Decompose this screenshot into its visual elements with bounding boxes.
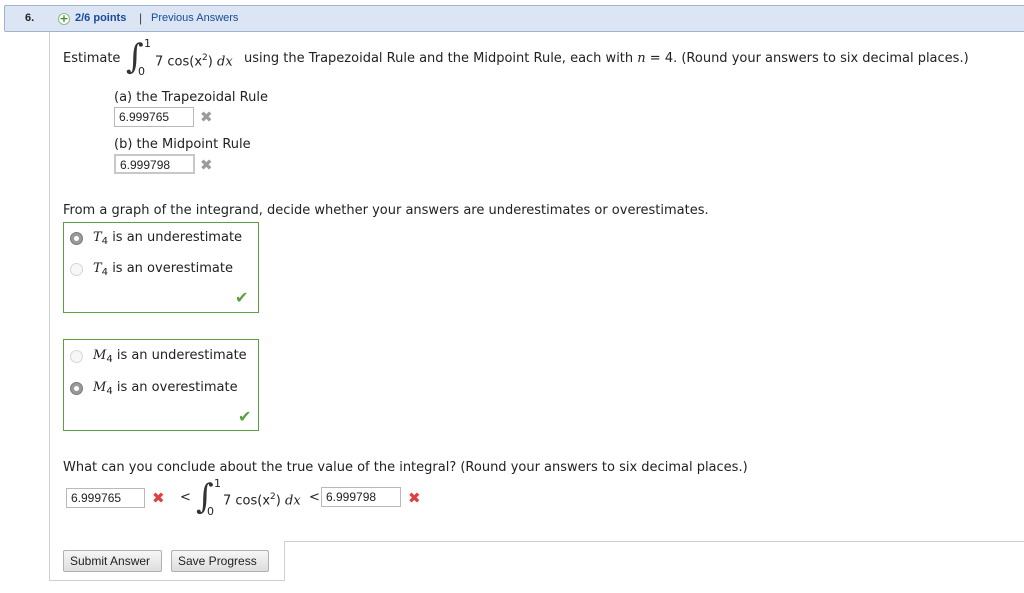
m-sub: 4 bbox=[106, 354, 113, 365]
estimate-label: Estimate bbox=[63, 51, 121, 66]
graph-prompt: From a graph of the integrand, decide wh… bbox=[63, 203, 709, 218]
m-var: M bbox=[93, 380, 107, 395]
less-than-sign: < bbox=[180, 490, 191, 505]
m-underestimate-label: M4 is an underestimate bbox=[93, 348, 247, 365]
n-value-text: = 4. (Round your answers to six decimal … bbox=[649, 51, 969, 66]
m-sub: 4 bbox=[106, 386, 113, 397]
submit-answer-button[interactable]: Submit Answer bbox=[63, 550, 162, 572]
lower-bound-field[interactable]: 6.999765 bbox=[66, 488, 145, 508]
panel-left-border bbox=[49, 32, 50, 581]
integrand-dx: dx bbox=[285, 493, 301, 509]
header-separator: | bbox=[139, 11, 143, 25]
t-option-text: is an underestimate bbox=[112, 230, 243, 245]
m-choice-group: M4 is an underestimate M4 is an overesti… bbox=[63, 339, 259, 431]
t-overestimate-label: T4 is an overestimate bbox=[93, 261, 233, 278]
part-a-label: (a) the Trapezoidal Rule bbox=[114, 90, 268, 105]
panel-divider bbox=[284, 541, 285, 581]
integrand: 7 cos(x2) dx bbox=[223, 492, 301, 508]
part-a-answer-field[interactable]: 6.999765 bbox=[114, 107, 194, 127]
n-variable: n bbox=[637, 51, 646, 66]
cross-icon: ✖ bbox=[408, 489, 421, 507]
m-option-text: is an underestimate bbox=[116, 348, 247, 363]
radio-m-overestimate[interactable] bbox=[70, 382, 83, 395]
t-sub: 4 bbox=[101, 267, 109, 278]
radio-t-overestimate[interactable] bbox=[70, 263, 83, 276]
check-icon: ✔ bbox=[235, 288, 249, 307]
t-var: T bbox=[93, 230, 102, 245]
instruction-text: using the Trapezoidal Rule and the Midpo… bbox=[244, 51, 969, 66]
integral-upper-limit: 1 bbox=[144, 37, 151, 50]
integrand-dx: dx bbox=[217, 54, 233, 70]
question-header: 6. + 2/6 points | Previous Answers bbox=[4, 5, 1024, 32]
check-icon: ✔ bbox=[238, 407, 252, 426]
integrand-text: 7 cos(x bbox=[223, 493, 271, 509]
panel-footer-border bbox=[284, 541, 1024, 542]
points-label: 2/6 points bbox=[75, 12, 127, 24]
instruction-main: using the Trapezoidal Rule and the Midpo… bbox=[244, 51, 634, 66]
t-choice-group: T4 is an underestimate T4 is an overesti… bbox=[63, 222, 259, 313]
integral-upper-limit: 1 bbox=[214, 477, 221, 490]
panel-bottom-border bbox=[49, 580, 284, 581]
question-number: 6. bbox=[25, 12, 35, 24]
t-var: T bbox=[93, 261, 102, 276]
radio-t-underestimate[interactable] bbox=[70, 232, 83, 245]
m-overestimate-label: M4 is an overestimate bbox=[93, 380, 238, 397]
cross-icon: ✖ bbox=[152, 489, 165, 507]
t-underestimate-label: T4 is an underestimate bbox=[93, 230, 243, 247]
part-b-label: (b) the Midpoint Rule bbox=[114, 137, 251, 152]
integral-lower-limit: 0 bbox=[138, 65, 145, 78]
t-sub: 4 bbox=[101, 236, 109, 247]
t-option-text: is an overestimate bbox=[112, 261, 233, 276]
plus-circle-icon: + bbox=[58, 12, 70, 25]
conclusion-prompt: What can you conclude about the true val… bbox=[63, 460, 748, 475]
integrand-text: 7 cos(x bbox=[155, 54, 203, 70]
integrand-close: ) bbox=[207, 54, 213, 70]
integrand-close: ) bbox=[275, 493, 281, 509]
part-b-answer-field[interactable]: 6.999798 bbox=[114, 154, 195, 174]
previous-answers-link[interactable]: Previous Answers bbox=[151, 12, 238, 24]
integrand: 7 cos(x2) dx bbox=[155, 53, 233, 69]
integral-lower-limit: 0 bbox=[207, 505, 214, 518]
m-var: M bbox=[93, 348, 107, 363]
less-than-sign: < bbox=[309, 490, 320, 505]
cross-icon: ✖ bbox=[200, 156, 213, 174]
cross-icon: ✖ bbox=[200, 108, 213, 126]
save-progress-button[interactable]: Save Progress bbox=[171, 550, 269, 572]
m-option-text: is an overestimate bbox=[116, 380, 238, 395]
upper-bound-field[interactable]: 6.999798 bbox=[321, 487, 401, 507]
radio-m-underestimate[interactable] bbox=[70, 350, 83, 363]
